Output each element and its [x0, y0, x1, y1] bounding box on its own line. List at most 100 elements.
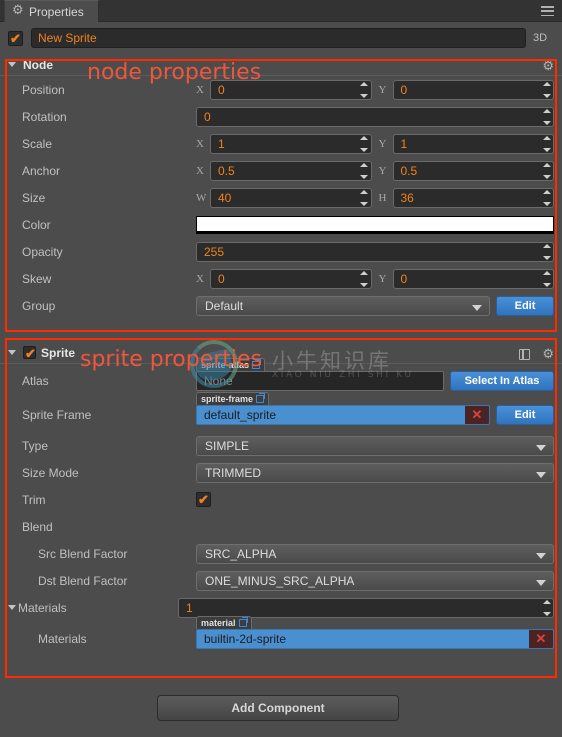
materials-count-value: 1	[186, 600, 193, 615]
size-height-input[interactable]: 36	[392, 187, 554, 208]
anchor-x-value: 0.5	[218, 163, 235, 178]
sprite-enabled-checkbox[interactable]	[23, 346, 36, 360]
scale-y-stepper[interactable]	[541, 135, 552, 152]
axis-x-label: X	[196, 164, 204, 177]
size-mode-dropdown[interactable]: TRIMMED	[196, 462, 554, 483]
atlas-type-tag-label: sprite-atlas	[201, 360, 250, 370]
row-rotation: Rotation 0	[0, 103, 562, 130]
node-header-row: New Sprite 3D	[0, 22, 562, 54]
anchor-y-stepper[interactable]	[541, 162, 552, 179]
material-type-tag-label: material	[201, 618, 236, 628]
book-icon[interactable]	[519, 348, 531, 360]
row-skew: Skew X 0 Y 0	[0, 265, 562, 292]
atlas-asset-wrap: sprite-atlas None	[196, 358, 444, 391]
skew-y-stepper[interactable]	[541, 270, 552, 287]
row-trim-label: Trim	[22, 492, 46, 507]
hamburger-menu-icon[interactable]	[541, 6, 554, 16]
anchor-x-input[interactable]: 0.5	[210, 160, 372, 181]
skew-x-stepper[interactable]	[359, 270, 370, 287]
external-link-icon[interactable]	[238, 617, 248, 627]
tab-properties-label: Properties	[29, 4, 84, 19]
opacity-stepper[interactable]	[541, 243, 552, 260]
atlas-type-tag: sprite-atlas	[196, 358, 266, 371]
collapse-caret-icon[interactable]	[8, 605, 16, 610]
group-edit-button[interactable]: Edit	[496, 295, 554, 316]
size-height-stepper[interactable]	[541, 189, 552, 206]
dst-blend-factor-dropdown[interactable]: ONE_MINUS_SRC_ALPHA	[196, 570, 554, 591]
node-enabled-checkbox[interactable]	[8, 30, 23, 46]
gear-icon	[12, 4, 24, 17]
size-width-stepper[interactable]	[359, 189, 370, 206]
group-dropdown[interactable]: Default	[196, 295, 490, 316]
select-in-atlas-button[interactable]: Select In Atlas	[450, 371, 554, 391]
size-width-input[interactable]: 40	[210, 187, 372, 208]
collapse-caret-icon[interactable]	[8, 350, 16, 355]
atlas-field[interactable]: None	[196, 371, 444, 391]
size-width-value: 40	[218, 190, 232, 205]
row-position-label: Position	[22, 82, 65, 97]
type-dropdown[interactable]: SIMPLE	[196, 435, 554, 456]
row-blend-label: Blend	[22, 519, 53, 534]
anchor-y-input[interactable]: 0.5	[392, 160, 554, 181]
material-field[interactable]: builtin-2d-sprite ✕	[196, 629, 554, 649]
external-link-icon[interactable]	[256, 393, 266, 403]
row-sprite-frame: Sprite Frame sprite-frame default_sprite…	[0, 392, 562, 432]
external-link-icon[interactable]	[252, 359, 262, 369]
position-y-stepper[interactable]	[541, 81, 552, 98]
color-swatch[interactable]	[196, 215, 554, 234]
sprite-section-header[interactable]: Sprite	[0, 342, 562, 364]
skew-x-input[interactable]: 0	[210, 268, 372, 289]
skew-y-value: 0	[400, 271, 408, 286]
node-section-header[interactable]: Node	[0, 54, 562, 76]
sprite-frame-edit-button[interactable]: Edit	[496, 405, 554, 425]
mode-badge-3d[interactable]: 3D	[526, 32, 554, 44]
sprite-frame-type-tag: sprite-frame	[196, 392, 270, 405]
node-name-input[interactable]: New Sprite	[31, 28, 526, 48]
trim-checkbox[interactable]	[196, 492, 211, 507]
src-blend-factor-dropdown[interactable]: SRC_ALPHA	[196, 543, 554, 564]
rotation-stepper[interactable]	[541, 108, 552, 125]
row-type-label: Type	[22, 438, 49, 453]
row-size-mode: Size Mode TRIMMED	[0, 459, 562, 486]
atlas-value: None	[204, 374, 233, 388]
row-rotation-label: Rotation	[22, 109, 67, 124]
axis-h-label: H	[378, 191, 387, 204]
position-x-stepper[interactable]	[359, 81, 370, 98]
row-opacity: Opacity 255	[0, 238, 562, 265]
sprite-frame-type-tag-label: sprite-frame	[201, 394, 254, 404]
gear-icon[interactable]	[542, 58, 554, 74]
position-y-input[interactable]: 0	[392, 79, 554, 100]
row-dst-blend-factor: Dst Blend Factor ONE_MINUS_SRC_ALPHA	[0, 567, 562, 594]
row-materials-item: Materials material builtin-2d-sprite ✕	[0, 616, 562, 657]
scale-y-input[interactable]: 1	[392, 133, 554, 154]
axis-y-label: Y	[378, 83, 387, 96]
sprite-frame-field[interactable]: default_sprite ✕	[196, 405, 490, 425]
opacity-input[interactable]: 255	[196, 241, 554, 262]
rotation-value: 0	[204, 109, 211, 124]
materials-count-input[interactable]: 1	[178, 597, 554, 618]
position-y-value: 0	[400, 82, 408, 97]
collapse-caret-icon[interactable]	[8, 62, 16, 67]
clear-x-icon[interactable]: ✕	[465, 406, 489, 424]
skew-y-input[interactable]: 0	[392, 268, 554, 289]
position-x-input[interactable]: 0	[210, 79, 372, 100]
material-value: builtin-2d-sprite	[204, 632, 287, 646]
gear-icon[interactable]	[542, 346, 554, 362]
tab-properties[interactable]: Properties	[4, 0, 99, 22]
panel-tabbar: Properties	[0, 0, 562, 22]
scale-x-stepper[interactable]	[359, 135, 370, 152]
row-trim: Trim	[0, 486, 562, 513]
materials-count-stepper[interactable]	[541, 599, 552, 616]
axis-y-label: Y	[378, 272, 387, 285]
row-anchor-label: Anchor	[22, 163, 61, 178]
row-materials-count: Materials 1	[0, 594, 562, 621]
scale-x-value: 1	[218, 136, 225, 151]
rotation-input[interactable]: 0	[196, 106, 554, 127]
clear-x-icon[interactable]: ✕	[529, 630, 553, 648]
skew-x-value: 0	[218, 271, 225, 286]
axis-x-label: X	[196, 137, 204, 150]
row-color: Color	[0, 211, 562, 238]
add-component-button[interactable]: Add Component	[157, 695, 399, 721]
anchor-x-stepper[interactable]	[359, 162, 370, 179]
scale-x-input[interactable]: 1	[210, 133, 372, 154]
